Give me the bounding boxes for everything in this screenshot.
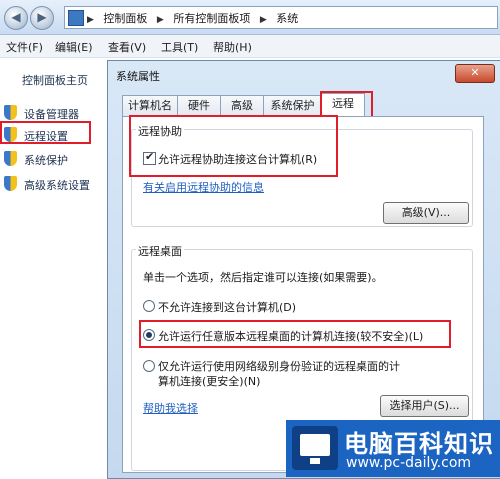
address-bar[interactable]: ▶ 控制面板 ▶ 所有控制面板项 ▶ 系统 — [64, 6, 498, 29]
select-users-button[interactable]: 选择用户(S)... — [380, 395, 469, 417]
breadcrumb-control-panel[interactable]: 控制面板 — [103, 12, 147, 25]
menu-help[interactable]: 帮助(H) — [213, 39, 252, 55]
tab-computer-name[interactable]: 计算机名 — [122, 95, 178, 116]
forward-arrow-icon: ▶ — [37, 10, 47, 24]
shield-icon — [4, 151, 17, 166]
menu-file[interactable]: 文件(F) — [6, 39, 43, 55]
tab-system-protection[interactable]: 系统保护 — [263, 95, 322, 116]
tab-advanced[interactable]: 高级 — [220, 95, 264, 116]
back-button[interactable]: ◀ — [4, 6, 28, 30]
breadcrumb-system[interactable]: 系统 — [276, 12, 298, 25]
shield-icon — [4, 105, 17, 120]
radio-disallow-connections-label: 不允许连接到这台计算机(D) — [158, 301, 297, 314]
forward-button[interactable]: ▶ — [30, 6, 54, 30]
breadcrumb: ▶ 控制面板 ▶ 所有控制面板项 ▶ 系统 — [87, 10, 304, 26]
chevron-right-icon: ▶ — [259, 15, 267, 25]
back-arrow-icon: ◀ — [11, 10, 21, 24]
close-button[interactable]: ✕ — [455, 64, 495, 83]
radio-disallow-connections[interactable] — [143, 300, 155, 312]
menu-tools[interactable]: 工具(T) — [161, 39, 198, 55]
menu-edit[interactable]: 编辑(E) — [55, 39, 93, 55]
menu-bar: 文件(F) 编辑(E) 查看(V) 工具(T) 帮助(H) — [0, 35, 500, 58]
highlight-box — [139, 320, 451, 348]
tab-hardware[interactable]: 硬件 — [177, 95, 221, 116]
sidebar-item-advanced-settings[interactable]: 高级系统设置 — [4, 174, 114, 194]
radio-nla-only-label: 仅允许运行使用网络级别身份验证的远程桌面的计算机连接(更安全)(N) — [158, 360, 400, 388]
highlight-box — [129, 115, 338, 177]
monitor-stand-shape — [310, 458, 320, 464]
sidebar-item-label: 设备管理器 — [24, 108, 79, 121]
watermark-banner: 电脑百科知识 www.pc-daily.com — [286, 420, 500, 477]
remote-assistance-info-link[interactable]: 有关启用远程协助的信息 — [143, 179, 264, 195]
menu-view[interactable]: 查看(V) — [108, 39, 146, 55]
breadcrumb-all-items[interactable]: 所有控制面板项 — [173, 12, 250, 25]
advanced-button[interactable]: 高级(V)... — [383, 202, 469, 224]
sidebar-item-device-manager[interactable]: 设备管理器 — [4, 103, 114, 123]
watermark-url: www.pc-daily.com — [346, 455, 472, 471]
remote-desktop-title: 远程桌面 — [136, 243, 184, 259]
monitor-screen-shape — [300, 434, 330, 456]
help-me-choose-link[interactable]: 帮助我选择 — [143, 400, 198, 416]
close-icon: ✕ — [470, 66, 480, 79]
control-panel-icon — [68, 10, 84, 26]
remote-desktop-instruction: 单击一个选项，然后指定谁可以连接(如果需要)。 — [143, 271, 383, 284]
shield-icon — [4, 176, 17, 191]
sidebar-item-label: 高级系统设置 — [24, 179, 90, 192]
watermark-title: 电脑百科知识 — [344, 430, 494, 458]
control-panel-home-link[interactable]: 控制面板主页 — [22, 72, 88, 88]
monitor-logo-icon — [292, 426, 338, 470]
highlight-box — [0, 121, 91, 144]
chevron-right-icon: ▶ — [156, 15, 164, 25]
chevron-right-icon: ▶ — [87, 15, 94, 25]
dialog-title: 系统属性 — [116, 70, 160, 83]
sidebar-item-system-protection[interactable]: 系统保护 — [4, 149, 114, 169]
left-task-pane: 控制面板主页 设备管理器 远程设置 系统保护 高级系统设置 — [0, 58, 115, 477]
address-toolbar: ◀ ▶ ▶ 控制面板 ▶ 所有控制面板项 ▶ 系统 — [0, 0, 500, 35]
radio-nla-only[interactable] — [143, 360, 155, 372]
system-properties-dialog: 系统属性 ✕ 计算机名 硬件 高级 系统保护 远程 远程协助 ✔ 允许远程协助连… — [107, 60, 500, 479]
sidebar-item-label: 系统保护 — [24, 154, 68, 167]
